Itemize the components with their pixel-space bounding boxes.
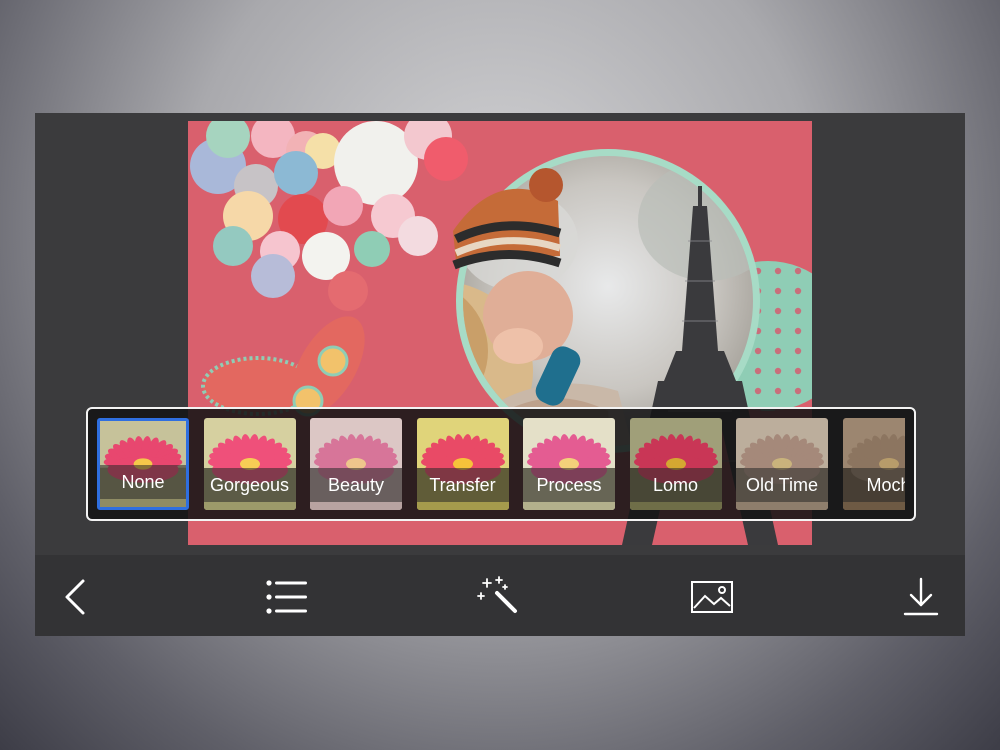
- filter-strip: None Gorgeous Beauty Transfer Process Lomo Old…: [86, 407, 916, 521]
- back-button[interactable]: [53, 573, 101, 621]
- filter-label: Beauty: [310, 468, 402, 502]
- save-button[interactable]: [897, 573, 945, 621]
- filter-label: Old Time: [736, 468, 828, 502]
- filter-item[interactable]: Moch: [842, 418, 905, 510]
- filter-item[interactable]: Lomo: [629, 418, 722, 510]
- filter-item[interactable]: Gorgeous: [203, 418, 296, 510]
- filter-item[interactable]: Process: [523, 418, 615, 510]
- effects-button[interactable]: [475, 573, 523, 621]
- filter-label: Moch: [842, 468, 905, 502]
- bottom-toolbar: [35, 555, 965, 636]
- gallery-button[interactable]: [688, 573, 736, 621]
- filter-label: Process: [523, 468, 615, 502]
- filter-item[interactable]: Beauty: [310, 418, 402, 510]
- list-icon: [266, 580, 307, 614]
- app-screen: None Gorgeous Beauty Transfer Process Lomo Old…: [35, 113, 965, 636]
- filter-item[interactable]: Transfer: [416, 418, 509, 510]
- filter-list[interactable]: None Gorgeous Beauty Transfer Process Lomo Old…: [97, 418, 905, 510]
- image-icon: [691, 581, 733, 613]
- filter-item[interactable]: Old Time: [736, 418, 828, 510]
- magic-wand-icon: [477, 576, 517, 613]
- chevron-left-icon: [65, 579, 85, 615]
- filter-label: Lomo: [629, 468, 722, 502]
- filter-label: Gorgeous: [203, 468, 296, 502]
- filter-label: Transfer: [416, 468, 509, 502]
- download-icon: [903, 577, 939, 616]
- frames-list-button[interactable]: [262, 573, 310, 621]
- filter-label: None: [100, 465, 186, 499]
- filter-item[interactable]: None: [97, 418, 189, 510]
